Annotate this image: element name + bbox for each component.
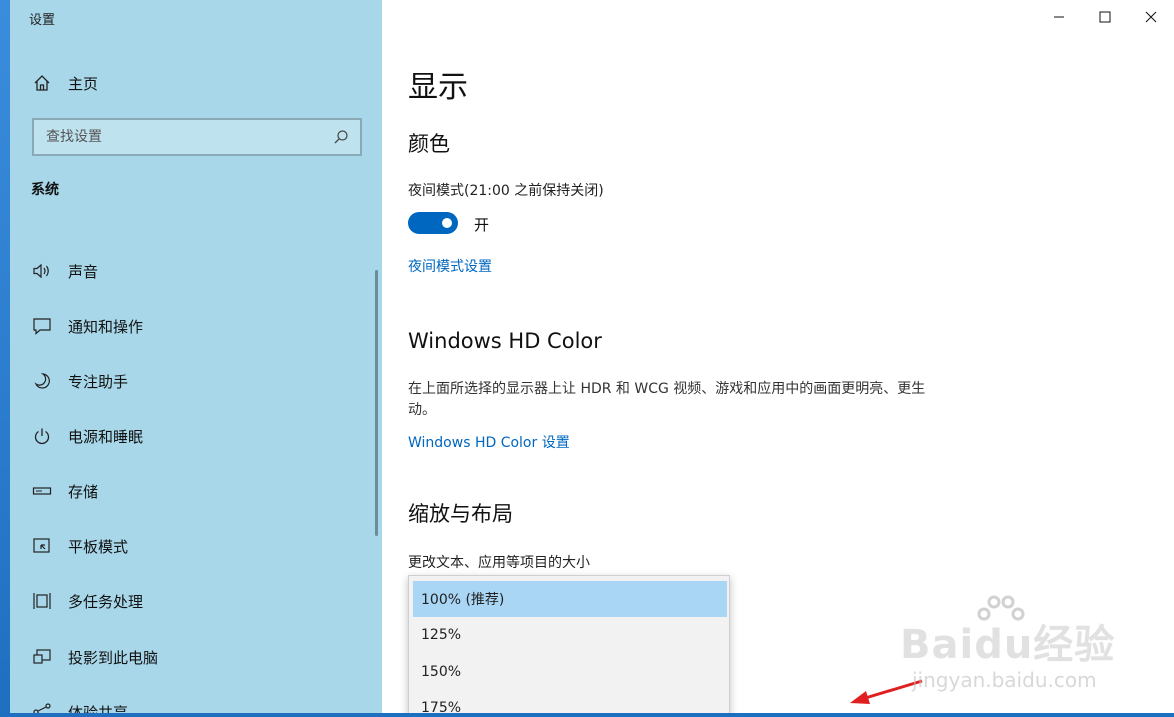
share-icon — [32, 702, 52, 713]
toggle-knob — [442, 218, 452, 228]
sidebar-item-multitasking[interactable]: 多任务处理 — [32, 587, 362, 615]
scale-option[interactable]: 125% — [413, 617, 727, 653]
night-mode-label: 夜间模式(21:00 之前保持关闭) — [408, 183, 604, 199]
hdr-description: 在上面所选择的显示器上让 HDR 和 WCG 视频、游戏和应用中的画面更明亮、更… — [408, 381, 926, 418]
page-title: 显示 — [408, 70, 468, 105]
main-content: 显示 颜色 夜间模式(21:00 之前保持关闭) 开 夜间模式设置 Window… — [382, 0, 1174, 713]
sidebar-item-label: 专注助手 — [68, 372, 129, 391]
window-controls — [1036, 0, 1174, 34]
maximize-icon — [1099, 11, 1111, 23]
maximize-button[interactable] — [1082, 0, 1128, 34]
hdr-settings-link[interactable]: Windows HD Color 设置 — [408, 432, 570, 452]
close-icon — [1145, 11, 1157, 23]
red-arrow-annotation — [850, 679, 923, 704]
night-mode-state: 开 — [474, 216, 490, 234]
sidebar-item-notifications[interactable]: 通知和操作 — [32, 312, 362, 340]
desktop-edge-left — [0, 0, 10, 717]
message-icon — [32, 316, 52, 336]
color-heading: 颜色 — [408, 132, 450, 156]
sidebar-item-label: 电源和睡眠 — [68, 427, 144, 446]
speaker-icon — [32, 261, 52, 281]
multitask-icon — [32, 591, 52, 611]
project-icon — [32, 647, 52, 667]
storage-icon — [32, 481, 52, 501]
section-heading-system: 系统 — [31, 182, 59, 198]
sidebar: 设置 主页 系统 声音 通知和操作 — [10, 0, 382, 713]
sidebar-item-storage[interactable]: 存储 — [32, 477, 362, 505]
paw-logo-icon — [977, 595, 1025, 621]
sidebar-item-label: 存储 — [68, 482, 99, 501]
sidebar-item-tablet-mode[interactable]: 平板模式 — [32, 532, 362, 560]
night-mode-settings-link[interactable]: 夜间模式设置 — [408, 256, 492, 276]
sidebar-item-focus-assist[interactable]: 专注助手 — [32, 367, 362, 395]
search-input[interactable] — [46, 129, 332, 145]
hdr-heading: Windows HD Color — [408, 329, 602, 353]
home-nav-item[interactable]: 主页 — [32, 71, 98, 95]
sidebar-item-shared-experiences[interactable]: 体验共享 — [32, 698, 362, 713]
sidebar-scrollbar[interactable] — [375, 270, 378, 536]
scale-heading: 缩放与布局 — [408, 502, 513, 526]
scale-option[interactable]: 175% — [413, 690, 727, 713]
settings-window: 设置 主页 系统 声音 通知和操作 — [10, 0, 1174, 713]
search-box[interactable] — [32, 118, 362, 156]
sidebar-item-label: 通知和操作 — [68, 317, 144, 336]
scale-dropdown-list[interactable]: 100% (推荐) 125% 150% 175% — [408, 575, 730, 713]
sidebar-item-label: 多任务处理 — [68, 592, 144, 611]
minimize-button[interactable] — [1036, 0, 1082, 34]
sidebar-item-power-sleep[interactable]: 电源和睡眠 — [32, 422, 362, 450]
close-button[interactable] — [1128, 0, 1174, 34]
sidebar-item-label: 平板模式 — [68, 537, 129, 556]
sidebar-item-project-to-pc[interactable]: 投影到此电脑 — [32, 643, 362, 671]
scale-option[interactable]: 100% (推荐) — [413, 581, 727, 617]
night-mode-toggle[interactable] — [408, 212, 458, 234]
watermark-url: jingyan.baidu.com — [912, 668, 1097, 692]
sidebar-item-label: 体验共享 — [68, 703, 129, 714]
baidu-watermark: Baidu经验 jingyan.baidu.com — [900, 592, 1140, 702]
tablet-icon — [32, 536, 52, 556]
search-icon[interactable] — [332, 128, 350, 146]
taskbar-edge — [0, 713, 1174, 717]
scale-option[interactable]: 150% — [413, 654, 727, 690]
sidebar-item-label: 投影到此电脑 — [68, 648, 159, 667]
sidebar-item-label: 声音 — [68, 262, 99, 281]
scale-label: 更改文本、应用等项目的大小 — [408, 555, 590, 571]
minimize-icon — [1054, 16, 1064, 18]
home-label: 主页 — [68, 74, 99, 93]
sidebar-item-sound[interactable]: 声音 — [32, 257, 362, 285]
moon-icon — [32, 371, 52, 391]
power-icon — [32, 426, 52, 446]
home-icon — [32, 73, 52, 93]
watermark-logo: Baidu经验 — [900, 622, 1116, 668]
app-title: 设置 — [29, 13, 56, 28]
